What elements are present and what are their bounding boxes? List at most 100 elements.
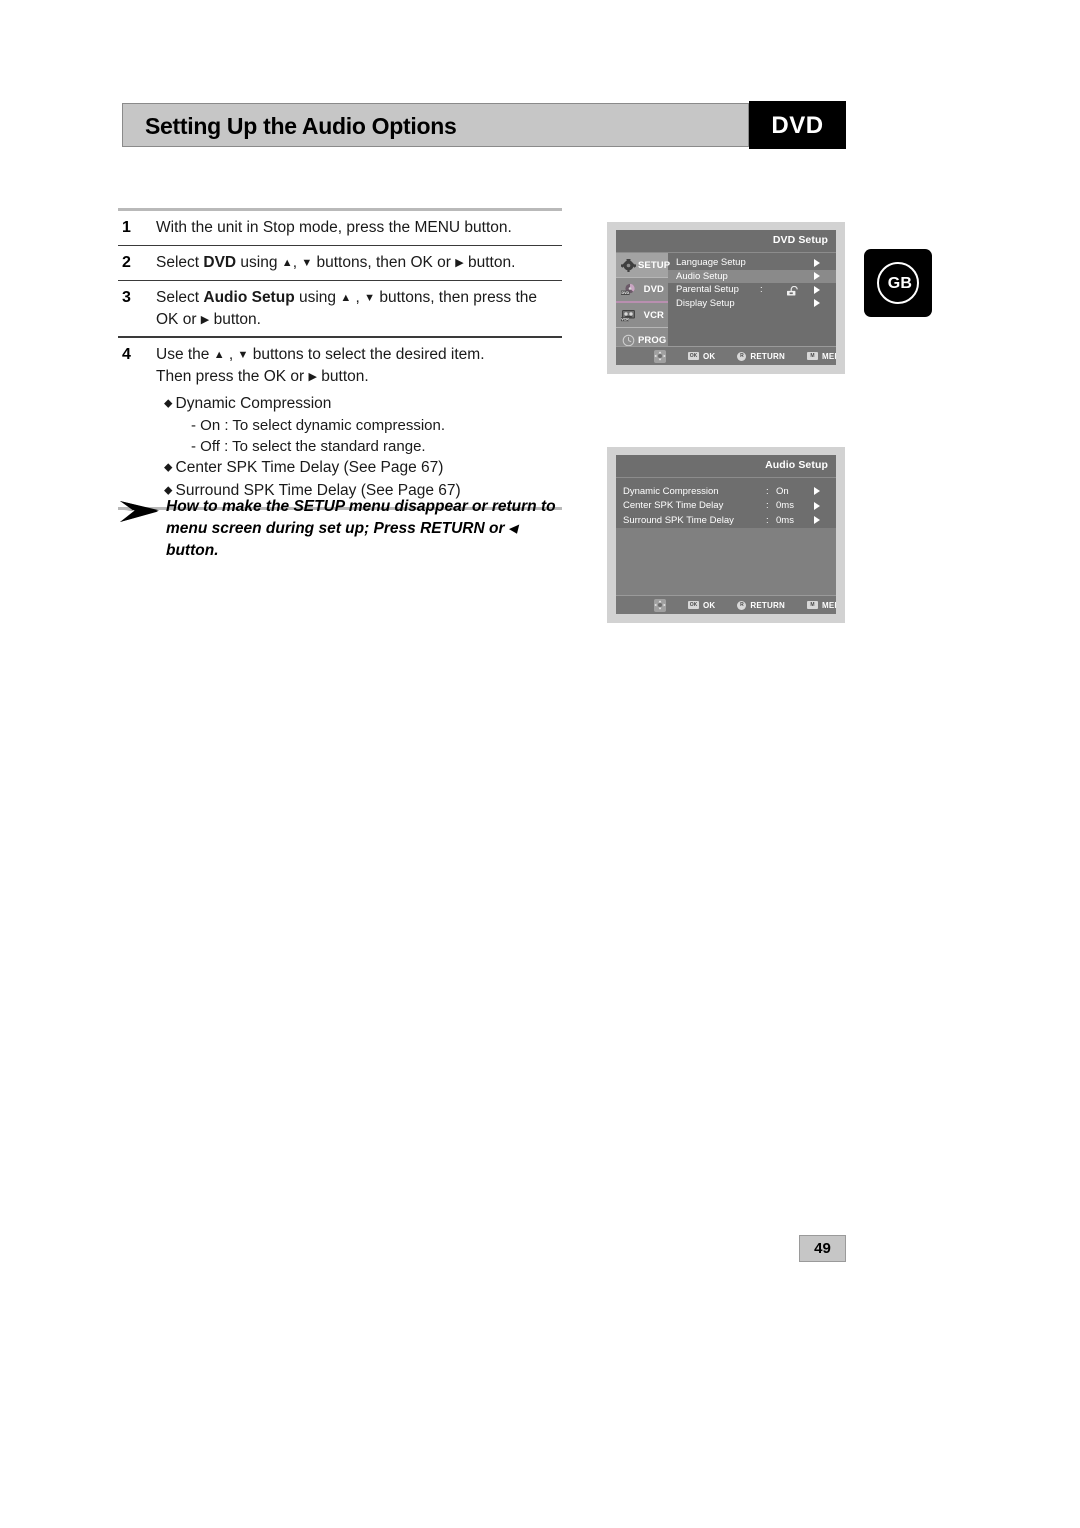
osd-sidebar-item-dvd[interactable]: DVD DVD: [616, 278, 668, 303]
step-text: Use the ▲ , ▼ buttons to select the desi…: [156, 344, 562, 502]
diamond-bullet-icon: ◆: [164, 461, 176, 474]
osd-hint-label: OK: [703, 351, 716, 361]
osd-screen-dvd-setup: DVD Setup SETUPDVDDVDVCRVCRPROGFUNC Lang…: [607, 222, 845, 374]
osd-menu-row[interactable]: Audio Setup: [668, 269, 836, 283]
osd-menu-row[interactable]: Language Setup: [668, 256, 836, 270]
chevron-right-icon[interactable]: [814, 501, 820, 510]
clock-icon: [618, 334, 638, 347]
osd-hint-label: RETURN: [750, 600, 785, 610]
direction-glyph: ▼: [301, 257, 313, 270]
chevron-right-icon[interactable]: [814, 487, 820, 496]
osd-audio-setup-bottom-bar: OK OK RRETURN MMENU: [616, 595, 836, 614]
osd-menu-row-colon: :: [766, 485, 769, 497]
left-arrow-glyph: ◀: [508, 523, 518, 535]
osd-hint-label: OK: [703, 600, 716, 610]
osd-menu-row-label: Parental Setup: [676, 284, 739, 296]
direction-glyph: ▶: [455, 257, 464, 270]
step-text-fragment: button.: [463, 254, 516, 272]
bullet-item: ◆ Center SPK Time Delay (See Page 67): [156, 457, 562, 479]
dpad-icon: [654, 598, 666, 612]
osd-hint-key-icon: R: [737, 351, 747, 361]
page-title-box: Setting Up the Audio Options: [122, 103, 749, 147]
chevron-right-icon[interactable]: [814, 285, 820, 294]
region-badge: GB: [864, 249, 932, 317]
osd-hint-key-icon: M: [806, 352, 818, 360]
direction-glyph: ▲: [213, 348, 225, 361]
osd-sidebar-item-setup[interactable]: SETUP: [616, 253, 670, 278]
osd-dvd-setup-title: DVD Setup: [772, 234, 828, 246]
step-text-fragment: Select: [156, 289, 204, 307]
unlock-icon: [787, 285, 798, 296]
region-badge-label: GB: [887, 275, 913, 292]
step-text-fragment: With the unit in Stop mode, press the ME…: [156, 219, 512, 236]
chevron-right-icon[interactable]: [814, 272, 820, 281]
cassette-icon: VCR: [618, 309, 638, 322]
step-text-fragment: button.: [316, 367, 369, 385]
osd-menu-row-colon: :: [766, 500, 769, 512]
direction-glyph: ▼: [364, 292, 376, 305]
osd-hint-key-icon: OK: [688, 352, 699, 360]
step-text-fragment: Then press the OK or: [156, 367, 309, 385]
note-arrow-icon: [120, 501, 159, 522]
osd-audio-setup-title: Audio Setup: [765, 459, 828, 471]
osd-menu-row[interactable]: Dynamic Compression: On: [616, 484, 836, 499]
step-number: 3: [122, 289, 131, 307]
step-text-fragment: using: [294, 289, 341, 307]
osd-dvd-setup-titlebar: DVD Setup: [616, 230, 836, 253]
note-line-2-post: button.: [166, 542, 219, 559]
step-text: Select DVD using ▲, ▼ buttons, then OK o…: [156, 252, 562, 274]
step-row: 3 Select Audio Setup using ▲ , ▼ buttons,…: [118, 281, 562, 336]
step-number: 4: [122, 345, 131, 363]
osd-sidebar-item-label: PROG: [638, 334, 667, 346]
step-text-fragment: DVD: [203, 254, 237, 272]
diamond-bullet-icon: ◆: [164, 397, 176, 410]
sub-item-label: On : To select dynamic compression.: [200, 417, 445, 435]
osd-hint-return: R RETURN: [737, 600, 785, 610]
step-row: 2 Select DVD using ▲, ▼ buttons, then OK …: [118, 246, 562, 280]
chevron-right-icon[interactable]: [814, 258, 820, 267]
osd-menu-row-label: Language Setup: [676, 257, 746, 269]
osd-menu-row[interactable]: Parental Setup:: [668, 283, 836, 297]
disc-icon: DVD: [618, 283, 638, 296]
page-title: Setting Up the Audio Options: [145, 113, 457, 139]
osd-menu-row[interactable]: Surround SPK Time Delay:0ms: [616, 513, 836, 528]
osd-audio-setup-body: Dynamic Compression: On Center SPK Time De…: [616, 478, 836, 528]
region-badge-circle: GB: [877, 262, 919, 304]
osd-menu-row[interactable]: Display Setup: [668, 297, 836, 311]
osd-hint-label: RETURN: [750, 351, 785, 361]
direction-glyph: ▲: [281, 257, 293, 270]
osd-hint-label: MENU: [821, 351, 836, 361]
step-text: Select Audio Setup using ▲ , ▼ buttons, …: [156, 287, 562, 331]
diamond-bullet-icon: ◆: [164, 484, 176, 497]
chevron-right-icon[interactable]: [814, 516, 820, 525]
osd-hint-key-icon: R: [737, 600, 747, 610]
step-text-fragment: Use the: [156, 345, 214, 363]
osd-menu-row[interactable]: Center SPK Time Delay:0ms: [616, 499, 836, 514]
osd-menu-row-label: Display Setup: [676, 297, 735, 309]
osd-menu-row-value: 0ms: [776, 514, 794, 526]
osd-menu-row-label: Center SPK Time Delay: [623, 500, 724, 512]
svg-text:VCR: VCR: [621, 317, 629, 321]
step-text-fragment: buttons, then OK or: [312, 254, 456, 272]
osd-hint-menu: MMENU: [806, 351, 836, 361]
dpad-icon: [654, 349, 666, 363]
osd-sidebar-item-vcr[interactable]: VCR VCR: [616, 303, 668, 328]
osd-screen-audio-setup: Audio Setup Dynamic Compression: On Center…: [607, 447, 845, 623]
svg-text:DVD: DVD: [621, 291, 629, 295]
osd-sidebar-item-label: VCR: [643, 309, 664, 321]
step-text-fragment: ,: [224, 345, 238, 363]
osd-hint-key-icon: M: [806, 601, 818, 609]
header-dvd-badge: DVD: [749, 101, 846, 149]
step-text-fragment: buttons to select the desired item.: [248, 345, 485, 363]
osd-sidebar-item-label: DVD: [643, 284, 664, 295]
direction-glyph: ▶: [308, 370, 317, 383]
osd-hint-ok: OK OK: [688, 601, 715, 610]
osd-dvd-setup-inner: DVD Setup SETUPDVDDVDVCRVCRPROGFUNC Lang…: [616, 230, 836, 365]
chevron-right-icon[interactable]: [814, 299, 820, 308]
dash-bullet-icon: -: [191, 417, 201, 435]
osd-audio-setup-titlebar: Audio Setup: [616, 455, 836, 478]
osd-hint-label: MENU: [821, 600, 836, 610]
step-text-fragment: Audio Setup: [203, 289, 295, 307]
step-text-fragment: Select: [156, 254, 204, 272]
bullet-item: ◆ Dynamic Compression: [156, 393, 562, 415]
